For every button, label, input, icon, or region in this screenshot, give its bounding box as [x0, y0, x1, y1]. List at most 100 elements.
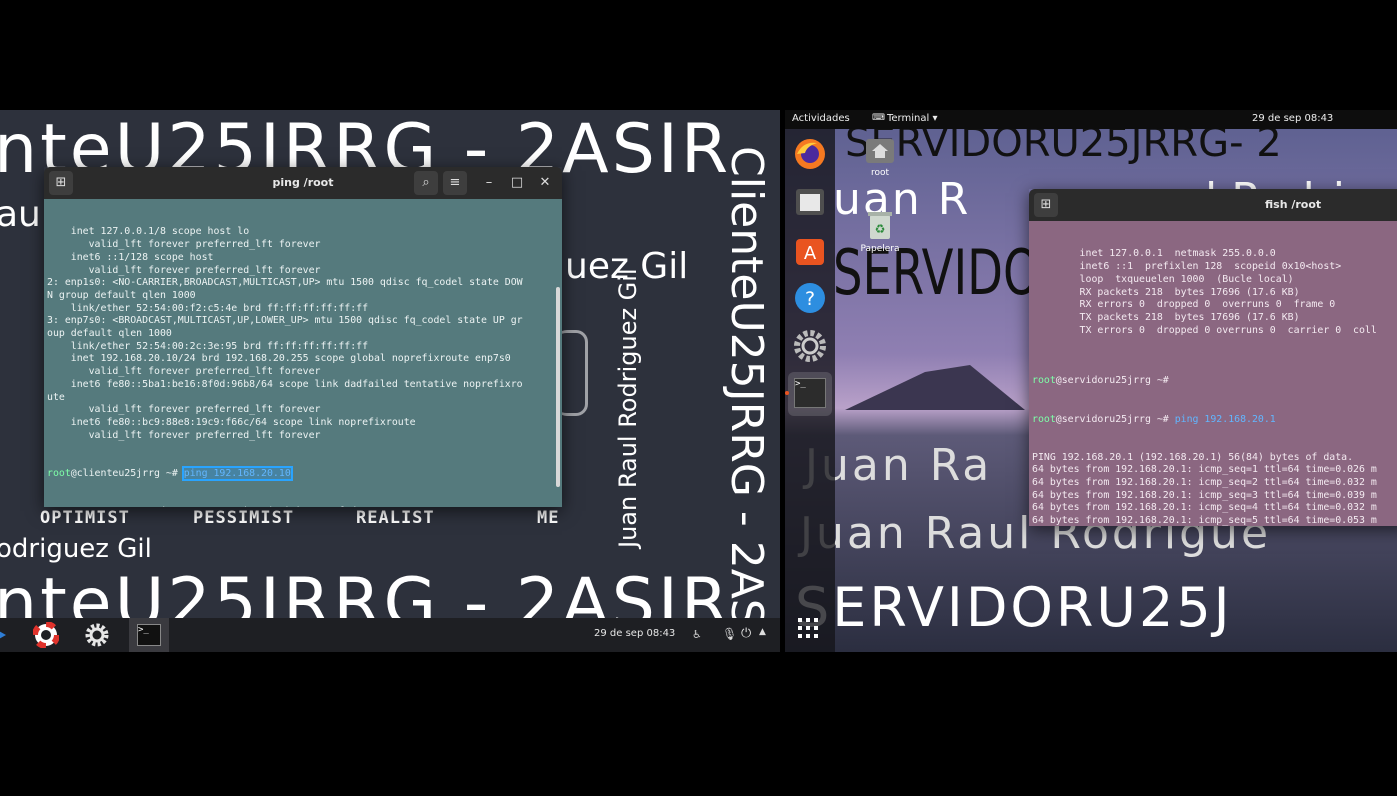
prompt-line: root@servidoru25jrrg ~# ping 192.168.20.… [1032, 414, 1397, 427]
terminal-lines: inet 127.0.0.1/8 scope host lo valid_lft… [47, 226, 559, 442]
help-lifebuoy-icon[interactable] [32, 621, 60, 649]
terminal-line: inet 192.168.20.10/24 brd 192.168.20.255… [47, 353, 511, 365]
wallpaper-vertical-text: ClienteU25JRRG - 2ASI [721, 146, 772, 640]
client-terminal-window[interactable]: ⊞ ping /root ⌕ ≡ – □ ✕ inet 127.0.0.1/8 … [44, 167, 562, 507]
maximize-icon[interactable]: □ [505, 171, 529, 195]
terminal-line: inet6 fe80::bc9:88e8:19c9:f66c/64 scope … [47, 416, 416, 428]
terminal-line: inet6 ::1/128 scope host [47, 251, 214, 263]
terminal-output[interactable]: inet 127.0.0.1 netmask 255.0.0.0 inet6 :… [1029, 221, 1397, 526]
meme-label: ME [537, 508, 560, 528]
terminal-line: 64 bytes from 192.168.20.1: icmp_seq=1 t… [1032, 464, 1377, 476]
power-icon[interactable]: ⏻ [741, 626, 751, 641]
close-icon[interactable]: ✕ [533, 171, 557, 195]
client-desktop: nteU25JRRG - 2ASIR aul uez Gil odriguez … [0, 110, 780, 652]
activities-button[interactable]: Actividades [792, 113, 850, 124]
svg-text:A: A [804, 243, 817, 264]
prompt-host: @servidoru25jrrg ~# [1055, 375, 1175, 387]
meme-label: OPTIMIST [40, 508, 130, 528]
settings-gear-icon[interactable] [793, 329, 827, 363]
terminal-line: RX errors 0 dropped 0 overruns 0 frame 0 [1032, 299, 1336, 311]
terminal-line: link/ether 52:54:00:f2:c5:4e brd ff:ff:f… [47, 302, 369, 314]
terminal-line: 64 bytes from 192.168.20.1: icmp_seq=4 t… [1032, 502, 1377, 514]
new-tab-icon[interactable]: ⊞ [1034, 193, 1058, 217]
terminal-line: TX packets 218 bytes 17696 (17.6 KB) [1032, 311, 1300, 323]
launcher-icon[interactable] [0, 622, 8, 648]
terminal-line: valid_lft forever preferred_lft forever [47, 429, 321, 441]
terminal-line: PING 192.168.20.10 (192.168.20.10) 56(84… [47, 506, 559, 507]
terminal-line: inet6 ::1 prefixlen 128 scopeid 0x10<hos… [1032, 261, 1342, 273]
desktop-icon-label: root [870, 168, 890, 178]
prompt-host: @clienteu25jrrg ~# [70, 467, 184, 479]
accessibility-icon[interactable]: ♿ [692, 628, 702, 641]
search-icon[interactable]: ⌕ [414, 171, 438, 195]
terminal-icon: >_ [794, 378, 826, 408]
trash-icon: ♻ [868, 212, 892, 239]
firefox-icon[interactable] [793, 137, 827, 171]
terminal-app-icon: ⌨ [872, 113, 885, 123]
terminal-line: 3: enp7s0: <BROADCAST,MULTICAST,UP,LOWER… [47, 315, 523, 327]
app-menu[interactable]: Terminal ▾ [887, 113, 937, 124]
server-terminal-window[interactable]: ⊞ fish /root inet 127.0.0.1 netmask 255.… [1029, 189, 1397, 526]
terminal-line: link/ether 52:54:00:2c:3e:95 brd ff:ff:f… [47, 340, 369, 352]
terminal-line: TX errors 0 dropped 0 overruns 0 carrier… [1032, 324, 1377, 336]
terminal-line: 64 bytes from 192.168.20.1: icmp_seq=3 t… [1032, 489, 1377, 501]
minimize-icon[interactable]: – [477, 171, 501, 195]
server-desktop: SERVIDORU25JRRG- 2 uan R l Rodri SERVIDO… [785, 110, 1397, 652]
terminal-line: valid_lft forever preferred_lft forever [47, 264, 321, 276]
show-apps-grid-icon[interactable] [797, 617, 821, 641]
terminal-line: ute [47, 391, 65, 403]
ubuntu-top-bar: Actividades ⌨ Terminal ▾ 29 de sep 08:43 [785, 110, 1397, 129]
window-title: fish /root [1265, 198, 1322, 211]
terminal-line: inet 127.0.0.1/8 scope host lo [47, 226, 250, 238]
terminal-line: 64 bytes from 192.168.20.1: icmp_seq=2 t… [1032, 477, 1377, 489]
menu-icon[interactable]: ≡ [443, 171, 467, 195]
terminal-lines: PING 192.168.20.1 (192.168.20.1) 56(84) … [1032, 452, 1397, 526]
terminal-line: valid_lft forever preferred_lft forever [47, 239, 321, 251]
svg-text:♻: ♻ [875, 222, 886, 236]
terminal-line: inet 127.0.0.1 netmask 255.0.0.0 [1032, 248, 1276, 260]
software-store-icon[interactable]: A [793, 233, 827, 267]
terminal-lines: PING 192.168.20.10 (192.168.20.10) 56(84… [47, 506, 559, 507]
taskbar-clock[interactable]: 29 de sep 08:43 [594, 628, 675, 639]
terminal-line: 2: enp1s0: <NO-CARRIER,BROADCAST,MULTICA… [47, 277, 523, 289]
terminal-line: N group default qlen 1000 [47, 289, 196, 301]
terminal-titlebar[interactable]: ⊞ fish /root [1029, 189, 1397, 221]
terminal-line: valid_lft forever preferred_lft forever [47, 366, 321, 378]
meme-label: PESSIMIST [193, 508, 295, 528]
help-icon[interactable]: ? [793, 281, 827, 315]
wallpaper-text: SERVIDORU25J [795, 576, 1233, 639]
scrollbar[interactable] [556, 287, 560, 487]
files-icon[interactable] [793, 185, 827, 219]
settings-gear-icon[interactable] [84, 622, 110, 648]
command-text: ping 192.168.20.1 [1174, 413, 1276, 425]
top-bar-clock[interactable]: 29 de sep 08:43 [1252, 113, 1333, 124]
ubuntu-dock: A ? >_ [785, 129, 835, 652]
terminal-line: oup default qlen 1000 [47, 328, 172, 340]
terminal-lines: inet 127.0.0.1 netmask 255.0.0.0 inet6 :… [1032, 248, 1397, 350]
taskbar-terminal-item[interactable]: >_ [129, 618, 169, 652]
running-indicator [785, 391, 789, 395]
desktop-icon-trash[interactable]: ♻ Papelera [857, 210, 903, 254]
terminal-line: inet6 fe80::5ba1:be16:8f0d:96b8/64 scope… [47, 378, 523, 390]
client-taskbar: >_ 29 de sep 08:43 ♿ 🎙 ⏻ ▲ [0, 618, 780, 652]
desktop-icon-label: Papelera [860, 244, 900, 254]
prompt-user: root [1032, 375, 1056, 387]
dock-terminal-item[interactable]: >_ [785, 372, 832, 416]
terminal-output[interactable]: inet 127.0.0.1/8 scope host lo valid_lft… [44, 199, 562, 507]
desktop-icon-home[interactable]: root [863, 136, 897, 178]
prompt-user: root [47, 467, 71, 479]
wallpaper-vertical-text: Juan Raul Rodriguez Gil [614, 268, 642, 548]
terminal-line: 64 bytes from 192.168.20.1: icmp_seq=5 t… [1032, 515, 1377, 526]
microphone-icon[interactable]: 🎙 [722, 627, 737, 641]
terminal-titlebar[interactable]: ⊞ ping /root ⌕ ≡ – □ ✕ [44, 167, 562, 199]
terminal-line: loop txqueuelen 1000 (Bucle local) [1032, 273, 1294, 285]
command-text-selected[interactable]: ping 192.168.20.10 [181, 465, 293, 481]
svg-text:?: ? [805, 288, 815, 310]
meme-label: REALIST [356, 508, 435, 528]
prompt-host: @servidoru25jrrg ~# [1055, 413, 1175, 425]
wallpaper-text: odriguez Gil [0, 534, 152, 564]
tray-arrow-icon[interactable]: ▲ [759, 627, 766, 637]
terminal-line: RX packets 218 bytes 17696 (17.6 KB) [1032, 286, 1300, 298]
prompt-user: root [1032, 413, 1056, 425]
